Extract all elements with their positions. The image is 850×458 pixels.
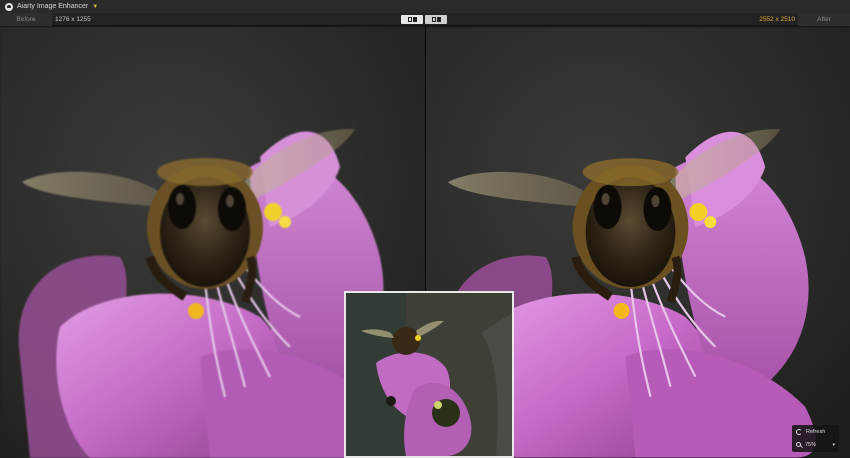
before-label: Before xyxy=(0,13,52,26)
side-by-side-button[interactable] xyxy=(425,15,447,24)
zoom-icon xyxy=(796,442,801,447)
chevron-down-icon[interactable]: ▾ xyxy=(832,442,835,448)
zoom-panel: Refresh 75% ▾ xyxy=(792,425,839,452)
navigator-image xyxy=(346,293,512,456)
compare-toolbar: Before 1276 x 1255 2552 x 2510 After xyxy=(0,13,850,26)
app-title[interactable]: Aiarty Image Enhancer xyxy=(17,3,88,10)
side-by-side-icon xyxy=(431,17,436,22)
refresh-label: Refresh xyxy=(806,428,826,435)
title-bar: Aiarty Image Enhancer ▼ xyxy=(0,0,850,13)
before-resolution: 1276 x 1255 xyxy=(55,16,91,23)
app-logo-icon xyxy=(5,2,13,11)
navigator-thumbnail[interactable] xyxy=(344,291,514,458)
refresh-icon xyxy=(796,428,802,435)
after-resolution: 2552 x 2510 xyxy=(759,16,795,23)
zoom-select[interactable]: 75% ▾ xyxy=(792,438,839,451)
view-mode-toggle xyxy=(401,15,447,24)
split-view-icon xyxy=(407,17,412,22)
refresh-button[interactable]: Refresh xyxy=(792,425,839,438)
chevron-down-icon[interactable]: ▼ xyxy=(92,4,98,10)
after-label: After xyxy=(798,13,850,26)
zoom-value: 75% xyxy=(805,441,817,448)
split-view-button[interactable] xyxy=(401,15,423,24)
